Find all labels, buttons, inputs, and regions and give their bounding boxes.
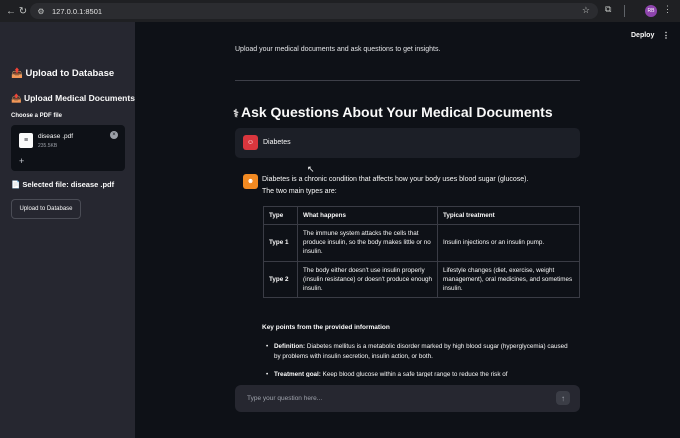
list-item: • Definition: Diabetes mellitus is a met… xyxy=(266,342,576,362)
table-cell: Lifestyle changes (diet, exercise, weigh… xyxy=(437,260,580,298)
table-cell: The body either doesn't use insulin prop… xyxy=(297,260,438,298)
send-icon[interactable]: ↑ xyxy=(556,391,570,405)
table-header-cell: What happens xyxy=(297,205,438,226)
document-icon: ≡ xyxy=(19,133,33,148)
assistant-intro-line: Diabetes is a chronic condition that aff… xyxy=(262,176,529,183)
browser-menu-icon[interactable]: ⋮ xyxy=(663,4,672,15)
assistant-types-line: The two main types are: xyxy=(262,188,337,195)
profile-avatar[interactable]: RB xyxy=(645,5,657,17)
intro-text: Upload your medical documents and ask qu… xyxy=(235,46,441,53)
site-info-icon[interactable]: ⚙ xyxy=(36,6,46,16)
toolbar-divider xyxy=(624,5,625,17)
table-cell: The immune system attacks the cells that… xyxy=(297,224,438,262)
browser-toolbar: ← ↻ ⚙ 127.0.0.1:8501 ☆ ⧉ RB ⋮ xyxy=(0,0,680,22)
sidebar-title: 📤 Upload to Database xyxy=(11,68,115,79)
add-file-icon[interactable]: + xyxy=(19,156,24,166)
table-row: Type 1 The immune system attacks the cel… xyxy=(263,224,580,262)
stethoscope-icon: ⚕ xyxy=(233,108,239,120)
bullet-dot: • xyxy=(266,343,269,350)
table-header-cell: Type xyxy=(263,205,298,226)
table-cell: Type 2 xyxy=(263,260,298,298)
user-chat-message: ☺ Diabetes xyxy=(235,128,580,158)
app-menu-icon[interactable]: ⋮ xyxy=(662,31,670,40)
upload-section-title: 📤 Upload Medical Documents xyxy=(11,93,135,103)
key-points-heading: Key points from the provided information xyxy=(262,324,390,331)
table-row: Type 2 The body either doesn't use insul… xyxy=(263,260,580,298)
bullet-text: Diabetes mellitus is a metabolic disorde… xyxy=(274,343,568,361)
main-content: Deploy ⋮ Upload your medical documents a… xyxy=(135,22,680,438)
diabetes-types-table: Type What happens Typical treatment Type… xyxy=(263,205,580,298)
table-cell: Insulin injections or an insulin pump. xyxy=(437,224,580,262)
uploader-label: Choose a PDF file xyxy=(11,113,63,119)
table-header-row: Type What happens Typical treatment xyxy=(263,205,580,226)
reload-icon[interactable]: ↻ xyxy=(16,4,30,18)
deploy-button[interactable]: Deploy xyxy=(631,32,654,39)
user-message-text: Diabetes xyxy=(263,139,291,146)
selected-file-text: 📄 Selected file: disease .pdf xyxy=(11,180,115,189)
page-heading-text: Ask Questions About Your Medical Documen… xyxy=(240,104,553,120)
file-uploader[interactable]: ≡ disease .pdf 235.5KB × + xyxy=(11,125,125,171)
uploaded-file-size: 235.5KB xyxy=(38,143,58,149)
divider xyxy=(235,80,580,81)
uploaded-file-name: disease .pdf xyxy=(38,133,74,140)
chat-input-placeholder: Type your question here... xyxy=(247,395,323,402)
extensions-icon[interactable]: ⧉ xyxy=(605,4,617,17)
address-bar[interactable]: ⚙ 127.0.0.1:8501 ☆ xyxy=(30,3,598,19)
page-heading: ⚕ Ask Questions About Your Medical Docume… xyxy=(233,104,553,120)
table-cell: Type 1 xyxy=(263,224,298,262)
table-header-cell: Typical treatment xyxy=(437,205,580,226)
mouse-cursor-icon: ↖ xyxy=(307,164,315,174)
upload-to-database-button[interactable]: Upload to Database xyxy=(11,199,81,219)
sidebar: 📤 Upload to Database 📤 Upload Medical Do… xyxy=(0,22,135,438)
url-text: 127.0.0.1:8501 xyxy=(52,6,103,16)
bullet-label: Definition: xyxy=(274,343,306,350)
chat-input[interactable]: Type your question here... ↑ xyxy=(235,385,580,412)
user-avatar-icon: ☺ xyxy=(243,135,258,150)
remove-file-icon[interactable]: × xyxy=(110,131,118,139)
assistant-avatar-icon: ☻ xyxy=(243,174,258,189)
bookmark-star-icon[interactable]: ☆ xyxy=(582,5,590,16)
